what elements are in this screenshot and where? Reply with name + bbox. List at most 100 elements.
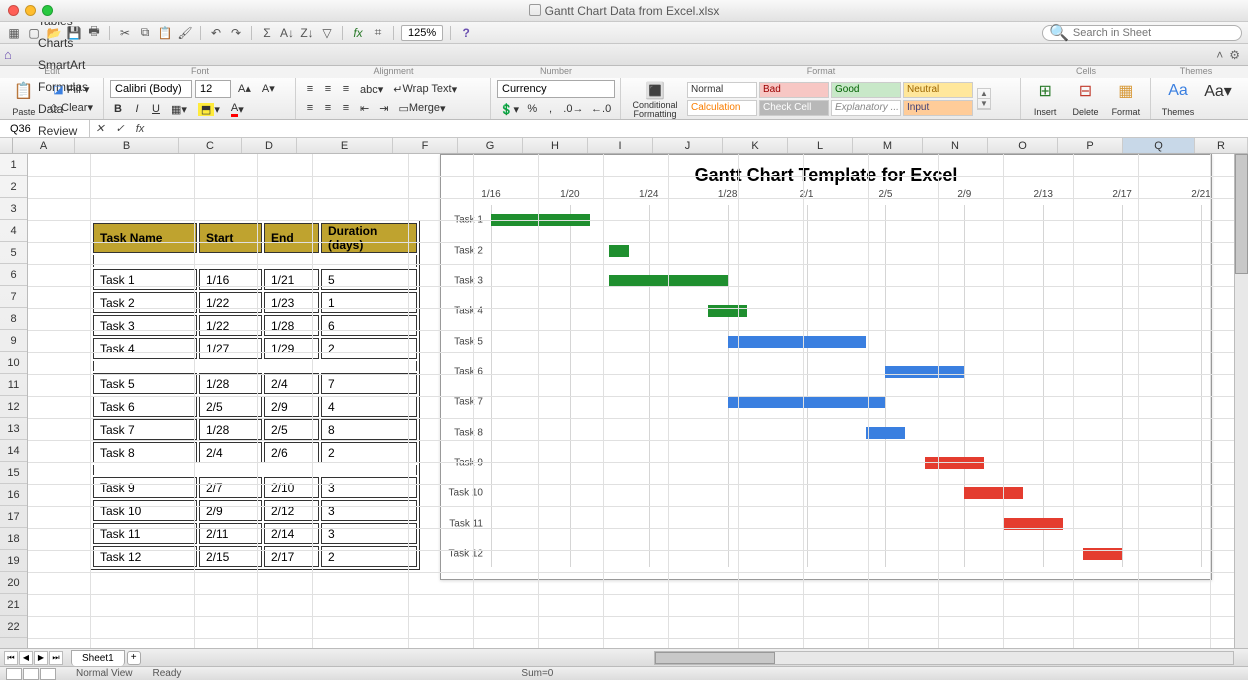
row-header[interactable]: 12 xyxy=(0,396,27,418)
table-row[interactable]: Task 92/72/103 xyxy=(93,477,417,498)
add-sheet-button[interactable]: + xyxy=(127,651,141,665)
worksheet-grid[interactable]: 12345678910111213141516171819202122 Task… xyxy=(0,154,1248,652)
table-cell[interactable]: 3 xyxy=(321,477,417,498)
gantt-bar[interactable] xyxy=(609,245,629,257)
fx-button[interactable]: fx xyxy=(130,123,150,135)
underline-button[interactable]: U xyxy=(148,101,164,117)
table-cell[interactable]: 2/10 xyxy=(264,477,319,498)
style-explanatory[interactable]: Explanatory ... xyxy=(831,100,901,116)
autosum-icon[interactable]: Σ xyxy=(259,25,275,41)
row-header[interactable]: 22 xyxy=(0,616,27,638)
row-header[interactable]: 15 xyxy=(0,462,27,484)
decrease-decimal-icon[interactable]: ←.0 xyxy=(588,101,614,117)
table-cell[interactable]: 1/22 xyxy=(199,315,262,336)
style-check-cell[interactable]: Check Cell xyxy=(759,100,829,116)
wrap-text-button[interactable]: ↵ Wrap Text ▾ xyxy=(389,81,461,97)
show-formulas-icon[interactable]: ⌗ xyxy=(370,25,386,41)
table-cell[interactable]: Task 3 xyxy=(93,315,197,336)
formula-input[interactable] xyxy=(150,120,1248,137)
clear-button[interactable]: ◇ Clear▾ xyxy=(46,100,97,116)
table-cell[interactable]: 8 xyxy=(321,419,417,440)
redo-icon[interactable]: ↷ xyxy=(228,25,244,41)
format-cells-button[interactable]: ▦Format xyxy=(1108,80,1144,118)
table-cell[interactable]: 1/22 xyxy=(199,292,262,313)
sort-desc-icon[interactable]: Z↓ xyxy=(299,25,315,41)
horizontal-scrollbar[interactable] xyxy=(654,651,1234,665)
table-cell[interactable]: Task 5 xyxy=(93,373,197,394)
table-row[interactable]: Task 82/42/62 xyxy=(93,442,417,463)
table-cell[interactable]: Task 7 xyxy=(93,419,197,440)
search-in-sheet[interactable]: 🔍 xyxy=(1042,25,1242,41)
column-header[interactable]: K xyxy=(723,138,788,153)
themes-button[interactable]: AaThemes xyxy=(1157,80,1199,118)
style-gallery[interactable]: Normal Bad Good Neutral Calculation Chec… xyxy=(687,82,973,116)
align-middle-icon[interactable]: ≡ xyxy=(320,81,336,97)
column-header[interactable]: F xyxy=(393,138,458,153)
table-cell[interactable]: 2 xyxy=(321,338,417,359)
sort-asc-icon[interactable]: A↓ xyxy=(279,25,295,41)
percent-icon[interactable]: % xyxy=(524,101,541,117)
column-header[interactable]: P xyxy=(1058,138,1123,153)
style-input[interactable]: Input xyxy=(903,100,973,116)
column-header[interactable]: A xyxy=(13,138,75,153)
column-header[interactable]: Q xyxy=(1123,138,1195,153)
gantt-bar[interactable] xyxy=(728,396,886,408)
table-cell[interactable]: 2/9 xyxy=(199,500,262,521)
table-cell[interactable]: Task 10 xyxy=(93,500,197,521)
sheet-first-icon[interactable]: ⏮ xyxy=(4,651,18,665)
borders-button[interactable]: ▦▾ xyxy=(167,101,191,117)
row-header[interactable]: 18 xyxy=(0,528,27,550)
table-cell[interactable]: Task 8 xyxy=(93,442,197,463)
conditional-formatting-button[interactable]: 🔳 Conditional Formatting xyxy=(627,80,683,118)
align-top-icon[interactable]: ≡ xyxy=(302,81,318,97)
merge-button[interactable]: ▭ Merge ▾ xyxy=(394,100,449,116)
table-cell[interactable]: 6 xyxy=(321,315,417,336)
ribbon-collapse-icon[interactable]: ˄ xyxy=(1216,48,1223,62)
column-header[interactable]: M xyxy=(853,138,923,153)
table-row[interactable]: Task 112/112/143 xyxy=(93,523,417,544)
table-row[interactable]: Task 41/271/292 xyxy=(93,338,417,359)
table-row[interactable]: Task 21/221/231 xyxy=(93,292,417,313)
number-format-combo[interactable] xyxy=(497,80,615,98)
table-cell[interactable]: 2/4 xyxy=(264,373,319,394)
table-cell[interactable]: 2/5 xyxy=(264,419,319,440)
column-header[interactable]: N xyxy=(923,138,988,153)
table-cell[interactable]: 7 xyxy=(321,373,417,394)
row-headers[interactable]: 12345678910111213141516171819202122 xyxy=(0,154,28,652)
align-left-icon[interactable]: ≡ xyxy=(302,100,318,116)
row-header[interactable]: 2 xyxy=(0,176,27,198)
column-header[interactable]: R xyxy=(1195,138,1248,153)
fill-button[interactable]: ◪ Fill ▾ xyxy=(46,82,97,98)
table-cell[interactable]: 1 xyxy=(321,292,417,313)
column-header[interactable]: I xyxy=(588,138,653,153)
search-input[interactable] xyxy=(1073,27,1235,39)
align-bottom-icon[interactable]: ≡ xyxy=(338,81,354,97)
table-cell[interactable]: Task 4 xyxy=(93,338,197,359)
table-cell[interactable]: 1/27 xyxy=(199,338,262,359)
table-cell[interactable]: 2/4 xyxy=(199,442,262,463)
sheet-tab-sheet1[interactable]: Sheet1 xyxy=(71,650,125,666)
row-header[interactable]: 16 xyxy=(0,484,27,506)
increase-decimal-icon[interactable]: .0→ xyxy=(561,101,587,117)
cancel-formula-icon[interactable]: ✕ xyxy=(90,122,110,135)
increase-indent-icon[interactable]: ⇥ xyxy=(375,100,392,116)
column-header[interactable]: O xyxy=(988,138,1058,153)
ribbon-tab-charts[interactable]: Charts xyxy=(26,32,100,54)
italic-button[interactable]: I xyxy=(129,101,145,117)
row-header[interactable]: 7 xyxy=(0,286,27,308)
zoom-combo[interactable]: 125% xyxy=(401,25,443,41)
gantt-bar[interactable] xyxy=(708,305,747,317)
cut-icon[interactable]: ✂ xyxy=(117,25,133,41)
column-header[interactable]: H xyxy=(523,138,588,153)
font-color-button[interactable]: A▾ xyxy=(227,101,248,117)
style-neutral[interactable]: Neutral xyxy=(903,82,973,98)
row-header[interactable]: 8 xyxy=(0,308,27,330)
column-header[interactable]: L xyxy=(788,138,853,153)
table-cell[interactable]: 1/28 xyxy=(199,373,262,394)
style-calculation[interactable]: Calculation xyxy=(687,100,757,116)
table-cell[interactable]: 1/28 xyxy=(264,315,319,336)
increase-font-icon[interactable]: A▴ xyxy=(234,80,255,96)
table-cell[interactable]: 1/28 xyxy=(199,419,262,440)
ribbon-home-icon[interactable]: ⌂ xyxy=(4,47,22,63)
row-header[interactable]: 1 xyxy=(0,154,27,176)
